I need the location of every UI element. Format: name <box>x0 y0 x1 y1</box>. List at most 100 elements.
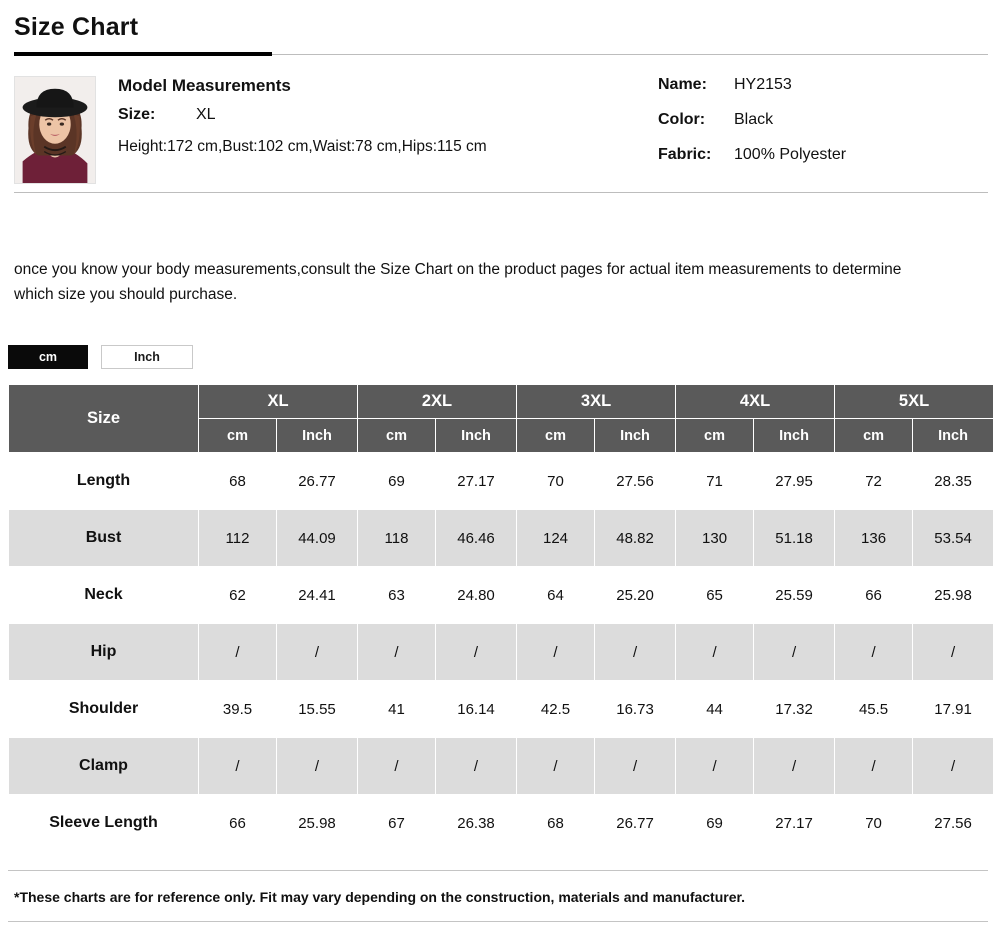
model-measurements-heading: Model Measurements <box>118 76 291 95</box>
table-cell: 17.32 <box>753 680 836 738</box>
row-label: Bust <box>8 509 199 567</box>
model-info: Model Measurements Size: XL Height:172 c… <box>96 74 988 181</box>
table-cell: / <box>357 737 436 795</box>
product-name-row: Name: HY2153 <box>658 76 988 94</box>
table-cell: 27.56 <box>912 794 995 852</box>
size-group-4xl: 4XL <box>675 384 836 419</box>
table-cell: 27.17 <box>434 452 518 510</box>
table-cell: / <box>675 737 755 795</box>
footnote: *These charts are for reference only. Fi… <box>14 889 746 905</box>
product-color-value: Black <box>734 111 774 128</box>
size-table-corner: Size <box>8 384 199 453</box>
table-cell: 118 <box>357 509 436 567</box>
table-cell: 25.98 <box>912 566 995 624</box>
table-cell: 63 <box>357 566 436 624</box>
unit-header-4xl-cm: cm <box>675 418 755 453</box>
unit-header-5xl-cm: cm <box>834 418 914 453</box>
table-cell: / <box>434 737 518 795</box>
table-cell: 26.77 <box>276 452 358 510</box>
table-cell: 26.77 <box>594 794 677 852</box>
table-cell: 16.73 <box>594 680 677 738</box>
row-label: Hip <box>8 623 199 681</box>
table-cell: / <box>276 737 358 795</box>
table-cell: / <box>516 623 596 681</box>
row-label: Length <box>8 452 199 510</box>
size-table-body: Length 68 26.77 69 27.17 70 27.56 71 27.95 72 28.3… <box>8 452 995 852</box>
table-row: Bust 112 44.09 118 46.46 124 48.82 130 51.18 136 5… <box>8 509 995 567</box>
unit-header-3xl-inch: Inch <box>594 418 677 453</box>
table-cell: 70 <box>834 794 914 852</box>
table-cell: / <box>834 737 914 795</box>
table-cell: 66 <box>834 566 914 624</box>
table-cell: 15.55 <box>276 680 358 738</box>
title-rule-black <box>14 52 272 56</box>
unit-toggle: cm Inch <box>0 322 1000 369</box>
table-cell: 24.41 <box>276 566 358 624</box>
model-size-label: Size: <box>118 106 156 123</box>
table-cell: 68 <box>198 452 277 510</box>
size-group-3xl: 3XL <box>516 384 677 419</box>
table-cell: 62 <box>198 566 277 624</box>
unit-toggle-cm[interactable]: cm <box>8 345 88 369</box>
table-cell: / <box>753 623 836 681</box>
size-table-wrapper: Size XL 2XL 3XL 4XL 5XL cm Inch cm Inch … <box>0 369 1000 852</box>
product-color-row: Color: Black <box>658 111 988 129</box>
table-cell: / <box>912 623 995 681</box>
table-cell: 44 <box>675 680 755 738</box>
table-cell: / <box>834 623 914 681</box>
table-cell: 41 <box>357 680 436 738</box>
model-section: Model Measurements Size: XL Height:172 c… <box>0 58 1000 184</box>
table-cell: 46.46 <box>434 509 518 567</box>
table-cell: 25.20 <box>594 566 677 624</box>
size-group-5xl: 5XL <box>834 384 995 419</box>
table-cell: 112 <box>198 509 277 567</box>
title-block: Size Chart <box>0 0 1000 44</box>
row-label: Sleeve Length <box>8 794 199 852</box>
table-cell: 72 <box>834 452 914 510</box>
table-cell: 53.54 <box>912 509 995 567</box>
product-fabric-label: Fabric: <box>658 146 712 163</box>
size-table-head: Size XL 2XL 3XL 4XL 5XL cm Inch cm Inch … <box>8 384 995 453</box>
model-section-divider <box>14 192 988 193</box>
table-cell: 124 <box>516 509 596 567</box>
table-cell: / <box>198 737 277 795</box>
unit-header-4xl-inch: Inch <box>753 418 836 453</box>
row-label: Neck <box>8 566 199 624</box>
table-row: Sleeve Length 66 25.98 67 26.38 68 26.77 69 27.1… <box>8 794 995 852</box>
model-size-value: XL <box>196 106 216 123</box>
row-label: Clamp <box>8 737 199 795</box>
table-cell: 16.14 <box>434 680 518 738</box>
table-cell: 27.56 <box>594 452 677 510</box>
table-cell: 68 <box>516 794 596 852</box>
table-cell: / <box>516 737 596 795</box>
table-cell: 69 <box>357 452 436 510</box>
title-underline <box>0 52 1000 58</box>
unit-header-3xl-cm: cm <box>516 418 596 453</box>
table-row: Clamp / / / / / / / / / / <box>8 737 995 795</box>
product-color-label: Color: <box>658 111 706 128</box>
unit-toggle-inch[interactable]: Inch <box>101 345 193 369</box>
footnote-divider-bottom <box>8 921 988 922</box>
table-cell: / <box>357 623 436 681</box>
table-cell: 130 <box>675 509 755 567</box>
table-cell: 51.18 <box>753 509 836 567</box>
table-row: Length 68 26.77 69 27.17 70 27.56 71 27.95 72 28.3… <box>8 452 995 510</box>
intro-paragraph: once you know your body measurements,con… <box>14 260 902 303</box>
row-label: Shoulder <box>8 680 199 738</box>
model-measurements-column: Model Measurements Size: XL Height:172 c… <box>118 74 658 181</box>
unit-header-5xl-inch: Inch <box>912 418 995 453</box>
table-cell: 17.91 <box>912 680 995 738</box>
table-cell: / <box>753 737 836 795</box>
table-cell: 71 <box>675 452 755 510</box>
table-cell: / <box>276 623 358 681</box>
table-cell: 27.95 <box>753 452 836 510</box>
size-chart-page: Size Chart Model Measurements Size: XL H… <box>0 0 1000 950</box>
size-table: Size XL 2XL 3XL 4XL 5XL cm Inch cm Inch … <box>8 384 995 852</box>
table-cell: 69 <box>675 794 755 852</box>
table-cell: 48.82 <box>594 509 677 567</box>
table-row: Neck 62 24.41 63 24.80 64 25.20 65 25.59 66 25.98 <box>8 566 995 624</box>
table-cell: 65 <box>675 566 755 624</box>
table-cell: 26.38 <box>434 794 518 852</box>
size-table-header-row-sizes: Size XL 2XL 3XL 4XL 5XL <box>8 384 995 453</box>
table-cell: / <box>675 623 755 681</box>
